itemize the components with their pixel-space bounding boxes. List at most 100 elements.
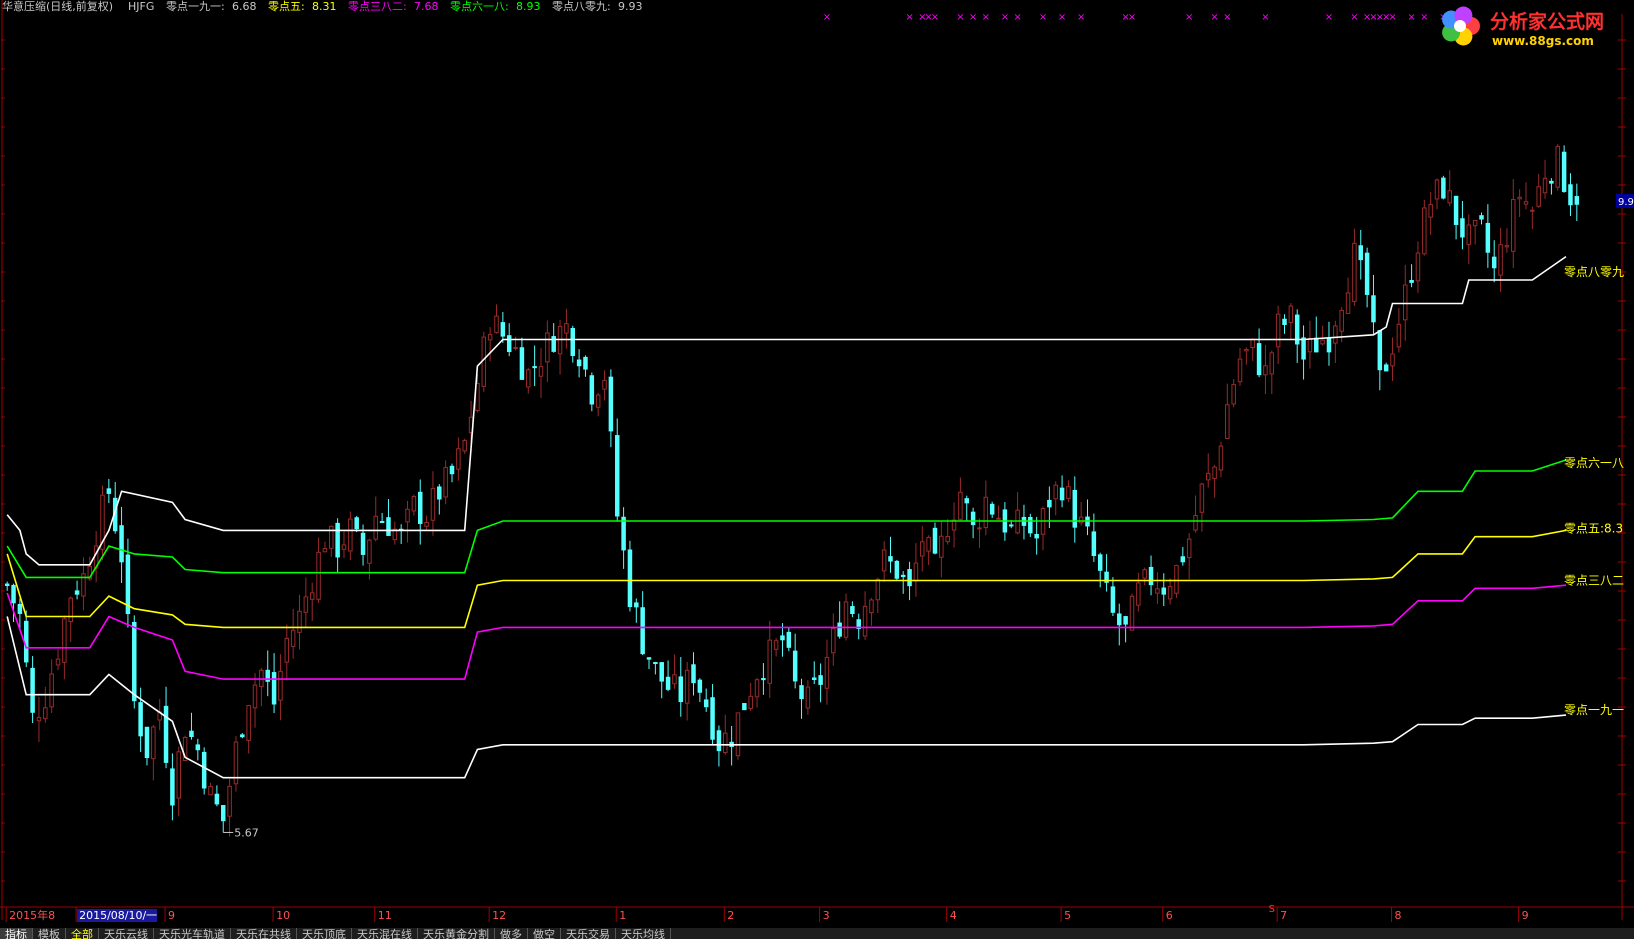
tab-3[interactable]: 天乐云线 [99, 928, 154, 939]
candle-body [309, 592, 315, 600]
signal-mark: × [1388, 12, 1396, 23]
signal-mark: × [1407, 12, 1415, 23]
candle-body [1561, 151, 1567, 192]
candle-body [1282, 318, 1287, 325]
tab-5[interactable]: 天乐在共线 [231, 928, 297, 939]
candle-body [926, 536, 931, 552]
candle-body [703, 699, 709, 708]
candle-body [1263, 365, 1268, 376]
x-axis-label: 12 [492, 909, 506, 922]
price-tag-label: 9.9 [1618, 197, 1634, 208]
tab-2[interactable]: 全部 [66, 928, 99, 939]
date-cursor-label: 2015/08/10/一 [79, 909, 157, 922]
tab-10[interactable]: 做空 [528, 928, 561, 939]
candle-body [1447, 190, 1452, 204]
candle-body [1034, 533, 1039, 539]
candle-body [43, 707, 48, 720]
candle-body [322, 548, 328, 553]
candle-body [1339, 309, 1344, 332]
candle-body [30, 667, 35, 713]
candle-body [55, 658, 61, 666]
header-item-label: 零点五: [268, 0, 305, 13]
signal-mark: × [956, 12, 964, 23]
tab-11[interactable]: 天乐交易 [561, 928, 616, 939]
candle-body [570, 327, 576, 356]
candle-body [888, 556, 893, 562]
candle-body [869, 599, 874, 614]
candle-body [583, 356, 588, 370]
candle-body [1250, 338, 1255, 349]
candle-body [538, 366, 544, 377]
fib-line-end-label: 零点一九一 [1564, 703, 1624, 717]
candle-body [348, 518, 353, 552]
tab-12[interactable]: 天乐均线 [616, 928, 671, 939]
candle-body [379, 520, 385, 523]
candle-body [608, 376, 614, 432]
candle-body [1008, 524, 1014, 527]
tab-6[interactable]: 天乐顶底 [297, 928, 352, 939]
candle-body [1453, 195, 1459, 225]
signal-mark: × [823, 12, 831, 23]
signal-mark: × [1325, 12, 1333, 23]
candle-body [831, 627, 836, 654]
candle-body [1142, 569, 1147, 579]
candle-body [1472, 219, 1478, 227]
signal-mark: × [1261, 12, 1269, 23]
tab-9[interactable]: 做多 [495, 928, 528, 939]
candle-body [462, 440, 467, 452]
candle-body [1479, 215, 1484, 220]
candle-body [983, 496, 989, 529]
candle-body [1396, 323, 1402, 348]
candle-body [653, 662, 658, 665]
candle-body [1155, 588, 1160, 594]
signal-mark: × [1185, 12, 1193, 23]
candle-body [1237, 358, 1243, 383]
signal-mark: × [1013, 12, 1021, 23]
header-item-value: 7.68 [414, 0, 439, 13]
candle-body [208, 785, 213, 796]
candle-body [386, 517, 391, 536]
candle-body [417, 491, 423, 524]
candle-body [360, 532, 366, 555]
candle-body [761, 678, 766, 681]
candle-body [684, 669, 690, 704]
x-axis-label: 3 [823, 909, 830, 922]
candle-body [723, 732, 728, 754]
header-item-value: 8.31 [312, 0, 337, 13]
candle-body [634, 602, 639, 608]
candle-body [989, 503, 995, 515]
x-axis-label: 2 [727, 909, 734, 922]
candle-body [1498, 244, 1503, 276]
candle-body [786, 631, 792, 648]
tab-8[interactable]: 天乐黄金分割 [418, 928, 495, 939]
candle-body [697, 679, 703, 693]
candle-body [1530, 209, 1535, 212]
header-item-label: 零点八零九: [552, 0, 611, 13]
candle-body [710, 697, 715, 740]
candle-body [405, 508, 410, 523]
candle-body [424, 521, 429, 527]
candle-body [640, 607, 645, 655]
tab-4[interactable]: 天乐光车轨道 [154, 928, 231, 939]
x-axis-label: 1 [619, 909, 626, 922]
signal-mark: × [1077, 12, 1085, 23]
candle-body [1205, 472, 1211, 481]
stock-chart[interactable]: 零点八零九零点六一八零点五:8.3 零点三八二零点一九一 5.67 × × × × × × × × ×… [0, 0, 1634, 928]
candle-body [996, 517, 1001, 520]
candle-body [1174, 564, 1179, 594]
candle-body [1358, 245, 1364, 261]
tab-7[interactable]: 天乐混在线 [352, 928, 418, 939]
candle-body [907, 569, 912, 587]
signal-mark: × [1058, 12, 1066, 23]
candle-body [894, 560, 900, 579]
candle-body [170, 768, 175, 806]
candle-body [1364, 252, 1370, 295]
candle-body [1402, 284, 1408, 321]
candle-body [545, 332, 550, 363]
x-axis-label: 6 [1166, 909, 1173, 922]
signal-mark: × [905, 12, 913, 23]
candle-body [1028, 516, 1033, 534]
signal-mark: × [1420, 12, 1428, 23]
tab-1[interactable]: 模板 [33, 928, 66, 939]
tab-0[interactable]: 指标 [0, 928, 33, 939]
